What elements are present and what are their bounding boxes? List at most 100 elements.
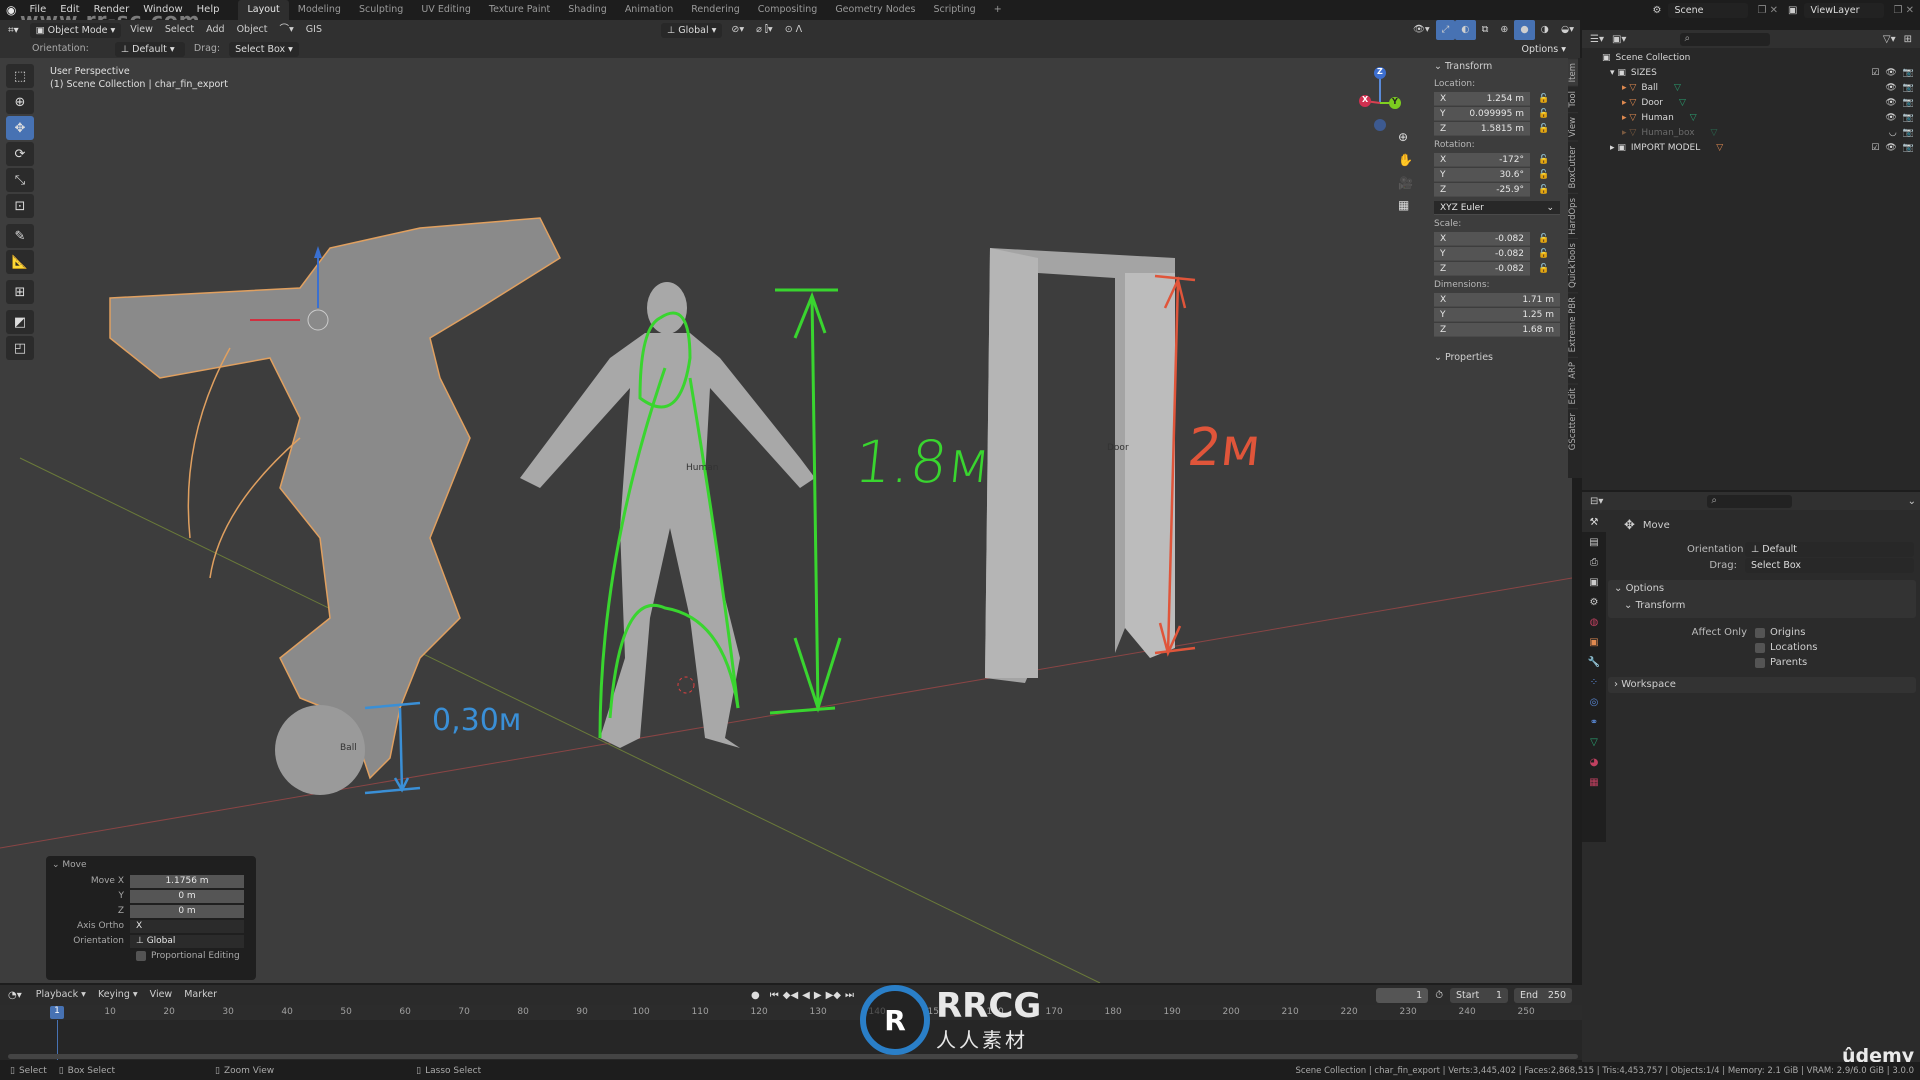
lock-icon[interactable]: 🔓 (1538, 109, 1550, 119)
lock-icon[interactable]: 🔓 (1538, 185, 1550, 195)
rotation-x-field[interactable]: X -172° (1434, 152, 1530, 167)
view-layer-tab-icon[interactable]: ▣ (1582, 572, 1606, 592)
filter-icon[interactable]: ▽▾ (1879, 34, 1900, 45)
shading-wireframe-icon[interactable]: ⊕ (1494, 20, 1514, 40)
play-icon[interactable]: ▶ (812, 990, 824, 1001)
visibility-icon[interactable]: 👁▾ (1407, 20, 1436, 40)
tool-extra-2-icon[interactable]: ◰ (6, 336, 34, 360)
tool-tab-icon[interactable]: ⚒ (1582, 512, 1606, 532)
data-tab-icon[interactable]: ▽ (1582, 732, 1606, 752)
camera-icon[interactable]: 📷 (1903, 98, 1914, 108)
menu-add[interactable]: Add (200, 20, 230, 40)
outliner-item-human-box[interactable]: ▸ ▽ Human_box ▽ ◡ 📷 (1582, 125, 1920, 140)
properties-editor-type-icon[interactable]: ⊟▾ (1586, 496, 1607, 507)
workspace-tab-geometry-nodes[interactable]: Geometry Nodes (826, 0, 924, 20)
editor-type-icon[interactable]: ⌗▾ (0, 25, 27, 36)
lock-icon[interactable]: 🔓 (1538, 264, 1550, 274)
properties-search-field[interactable]: ⌕ (1707, 494, 1793, 508)
camera-icon[interactable]: 📷 (1903, 128, 1914, 138)
pivot-point-icon[interactable]: ⊘▾ (725, 20, 750, 40)
workspace-tab-layout[interactable]: Layout (238, 0, 289, 20)
xray-icon[interactable]: ⧉ (1476, 20, 1495, 40)
cursor-tool-icon[interactable]: ⊕ (6, 90, 34, 114)
menu-select[interactable]: Select (159, 20, 200, 40)
outliner-item-import-model[interactable]: ▸ ▣ IMPORT MODEL ▽ ☑ 👁 📷 (1582, 140, 1920, 155)
parents-checkbox[interactable] (1755, 657, 1765, 668)
lo-orientation-dropdown[interactable]: ⊥ Global (130, 934, 244, 948)
lock-icon[interactable]: 🔓 (1538, 234, 1550, 244)
outliner-item-door[interactable]: ▸ ▽ Door ▽ 👁 📷 (1582, 95, 1920, 110)
properties-section-header[interactable]: ⌄ Properties (1428, 349, 1568, 366)
lock-icon[interactable]: 🔓 (1538, 94, 1550, 104)
menu-marker[interactable]: Marker (178, 985, 223, 1005)
location-z-field[interactable]: Z 1.5815 m (1434, 121, 1530, 136)
transform-tool-icon[interactable]: ⊡ (6, 194, 34, 218)
tool-extra-1-icon[interactable]: ◩ (6, 310, 34, 334)
camera-icon[interactable]: 📷 (1903, 68, 1914, 78)
checkbox-icon[interactable]: ☑ (1871, 143, 1879, 153)
lock-icon[interactable]: 🔓 (1538, 170, 1550, 180)
snap-icon[interactable]: ⌀ ⫿▾ (750, 20, 779, 40)
locations-checkbox[interactable] (1755, 642, 1765, 653)
orientation-dropdown[interactable]: ⊥ Default ▾ (114, 41, 185, 57)
dimensions-z-field[interactable]: Z 1.68 m (1434, 322, 1560, 337)
gizmo-toggle-icon[interactable]: ⤢ (1435, 20, 1456, 40)
eye-closed-icon[interactable]: ◡ (1889, 128, 1897, 138)
pan-view-icon[interactable]: ✋ (1398, 153, 1413, 167)
move-tool-icon[interactable]: ✥ (6, 116, 34, 140)
texture-tab-icon[interactable]: ▦ (1582, 772, 1606, 792)
workspace-tab-sculpting[interactable]: Sculpting (350, 0, 412, 20)
lock-icon[interactable]: 🔓 (1538, 124, 1550, 134)
workspace-tab-modeling[interactable]: Modeling (289, 0, 350, 20)
output-tab-icon[interactable]: ⎙ (1582, 552, 1606, 572)
addon-dropdown[interactable]: ⌒▾ (274, 20, 300, 40)
eye-icon[interactable]: 👁 (1885, 143, 1896, 153)
move-x-field[interactable]: 1.1756 m (130, 874, 244, 888)
sidebar-tab-extreme-pbr[interactable]: Extreme PBR (1568, 292, 1578, 357)
rotation-mode-dropdown[interactable]: XYZ Euler ⌄ (1434, 200, 1560, 215)
sidebar-tab-quicktools[interactable]: QuickTools (1568, 238, 1578, 293)
zoom-view-icon[interactable]: ⊕ (1398, 130, 1408, 144)
proportional-checkbox[interactable] (136, 951, 146, 961)
eye-icon[interactable]: 👁 (1885, 68, 1896, 78)
timeline-editor-icon[interactable]: ◔▾ (0, 990, 30, 1001)
location-x-field[interactable]: X 1.254 m (1434, 91, 1530, 106)
camera-icon[interactable]: 📷 (1903, 143, 1914, 153)
sidebar-tab-tool[interactable]: Tool (1568, 86, 1578, 112)
mode-selector[interactable]: ▣ Object Mode ▾ (29, 22, 122, 38)
scene-tab-icon[interactable]: ⚙ (1582, 592, 1606, 612)
sidebar-tab-edit[interactable]: Edit (1568, 382, 1578, 409)
sidebar-tab-arp[interactable]: ARP (1568, 356, 1578, 383)
dimensions-x-field[interactable]: X 1.71 m (1434, 292, 1560, 307)
scene-icon[interactable]: ⚙ (1649, 5, 1666, 16)
jump-end-icon[interactable]: ⏭ (843, 990, 856, 1001)
outliner-item-human[interactable]: ▸ ▽ Human ▽ 👁 📷 (1582, 110, 1920, 125)
transform-orientation-dropdown[interactable]: ⊥ Global ▾ (661, 22, 723, 38)
shading-rendered-icon[interactable]: ◒▾ (1555, 20, 1580, 40)
dimensions-y-field[interactable]: Y 1.25 m (1434, 307, 1560, 322)
physics-tab-icon[interactable]: ◎ (1582, 692, 1606, 712)
sidebar-tab-boxcutter[interactable]: BoxCutter (1568, 141, 1578, 193)
add-cube-tool-icon[interactable]: ⊞ (6, 280, 34, 304)
display-mode-icon[interactable]: ☰▾ (1586, 34, 1608, 45)
viewlayer-icon[interactable]: ▣ (1784, 5, 1801, 16)
checkbox-icon[interactable]: ☑ (1871, 68, 1879, 78)
jump-start-icon[interactable]: ⏮ (768, 990, 781, 1001)
expand-icon[interactable]: ▸ ▣ (1610, 143, 1626, 153)
drag-dropdown[interactable]: Select Box ▾ (229, 41, 299, 57)
menu-view[interactable]: View (124, 20, 159, 40)
menu-timeline-view[interactable]: View (144, 985, 179, 1005)
eye-icon[interactable]: 👁 (1885, 113, 1896, 123)
camera-icon[interactable]: 📷 (1903, 113, 1914, 123)
workspace-tab-texture-paint[interactable]: Texture Paint (480, 0, 559, 20)
select-box-tool-icon[interactable]: ⬚ (6, 64, 34, 88)
scale-z-field[interactable]: Z -0.082 (1434, 261, 1530, 276)
timeline-scrollbar[interactable] (8, 1054, 1578, 1059)
outliner-item-sizes[interactable]: ▾ ▣ SIZES ☑ 👁 📷 (1582, 65, 1920, 80)
workspace-panel-header[interactable]: › Workspace (1608, 677, 1916, 693)
sidebar-tab-gscatter[interactable]: GScatter (1568, 408, 1578, 455)
camera-view-icon[interactable]: 🎥 (1398, 176, 1413, 190)
outliner-item-ball[interactable]: ▸ ▽ Ball ▽ 👁 📷 (1582, 80, 1920, 95)
object-tab-icon[interactable]: ▣ (1582, 632, 1606, 652)
record-icon[interactable]: ● (743, 990, 768, 1001)
